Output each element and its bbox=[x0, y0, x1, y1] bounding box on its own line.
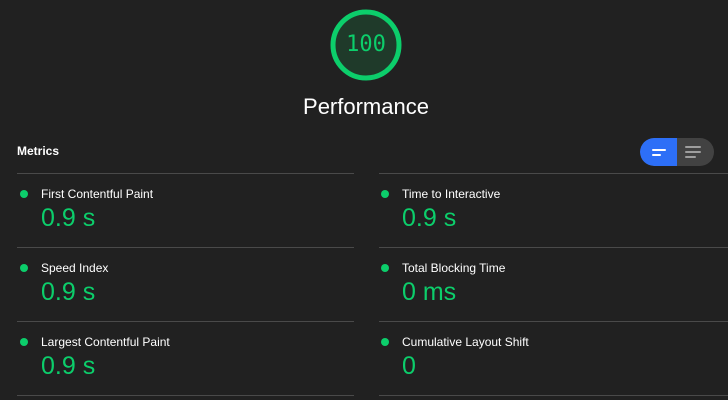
metric-value: 0.9 s bbox=[41, 278, 96, 306]
metric-value: 0 bbox=[402, 352, 416, 380]
pass-indicator-icon bbox=[20, 338, 28, 346]
metrics-divider bbox=[17, 395, 354, 396]
metric-label: Time to Interactive bbox=[402, 187, 501, 201]
metric-label: Cumulative Layout Shift bbox=[402, 335, 529, 349]
pass-indicator-icon bbox=[20, 264, 28, 272]
metric-value: 0.9 s bbox=[402, 204, 457, 232]
score-value: 100 bbox=[346, 32, 386, 57]
metrics-divider bbox=[17, 247, 354, 248]
metric-value: 0.9 s bbox=[41, 204, 96, 232]
metric-label: First Contentful Paint bbox=[41, 187, 154, 201]
compact-view-button[interactable] bbox=[640, 138, 677, 166]
metrics-divider bbox=[379, 173, 728, 174]
metrics-view-toggle[interactable] bbox=[640, 138, 714, 166]
performance-score-gauge[interactable]: 100 bbox=[330, 9, 402, 81]
pass-indicator-icon bbox=[381, 264, 389, 272]
lighthouse-report: 100 Performance Metrics First Contentful… bbox=[0, 0, 728, 400]
metrics-divider bbox=[379, 247, 728, 248]
metrics-divider bbox=[17, 321, 354, 322]
metrics-divider bbox=[379, 321, 728, 322]
metric-value: 0.9 s bbox=[41, 352, 96, 380]
metrics-heading: Metrics bbox=[17, 144, 60, 158]
metric-label: Total Blocking Time bbox=[402, 261, 506, 275]
metric-label: Speed Index bbox=[41, 261, 109, 275]
pass-indicator-icon bbox=[381, 190, 389, 198]
pass-indicator-icon bbox=[381, 338, 389, 346]
metric-label: Largest Contentful Paint bbox=[41, 335, 170, 349]
metrics-divider bbox=[379, 395, 728, 396]
metrics-divider bbox=[17, 173, 354, 174]
expanded-view-button[interactable] bbox=[677, 138, 714, 166]
category-title: Performance bbox=[303, 94, 429, 119]
metric-value: 0 ms bbox=[402, 278, 457, 306]
pass-indicator-icon bbox=[20, 190, 28, 198]
